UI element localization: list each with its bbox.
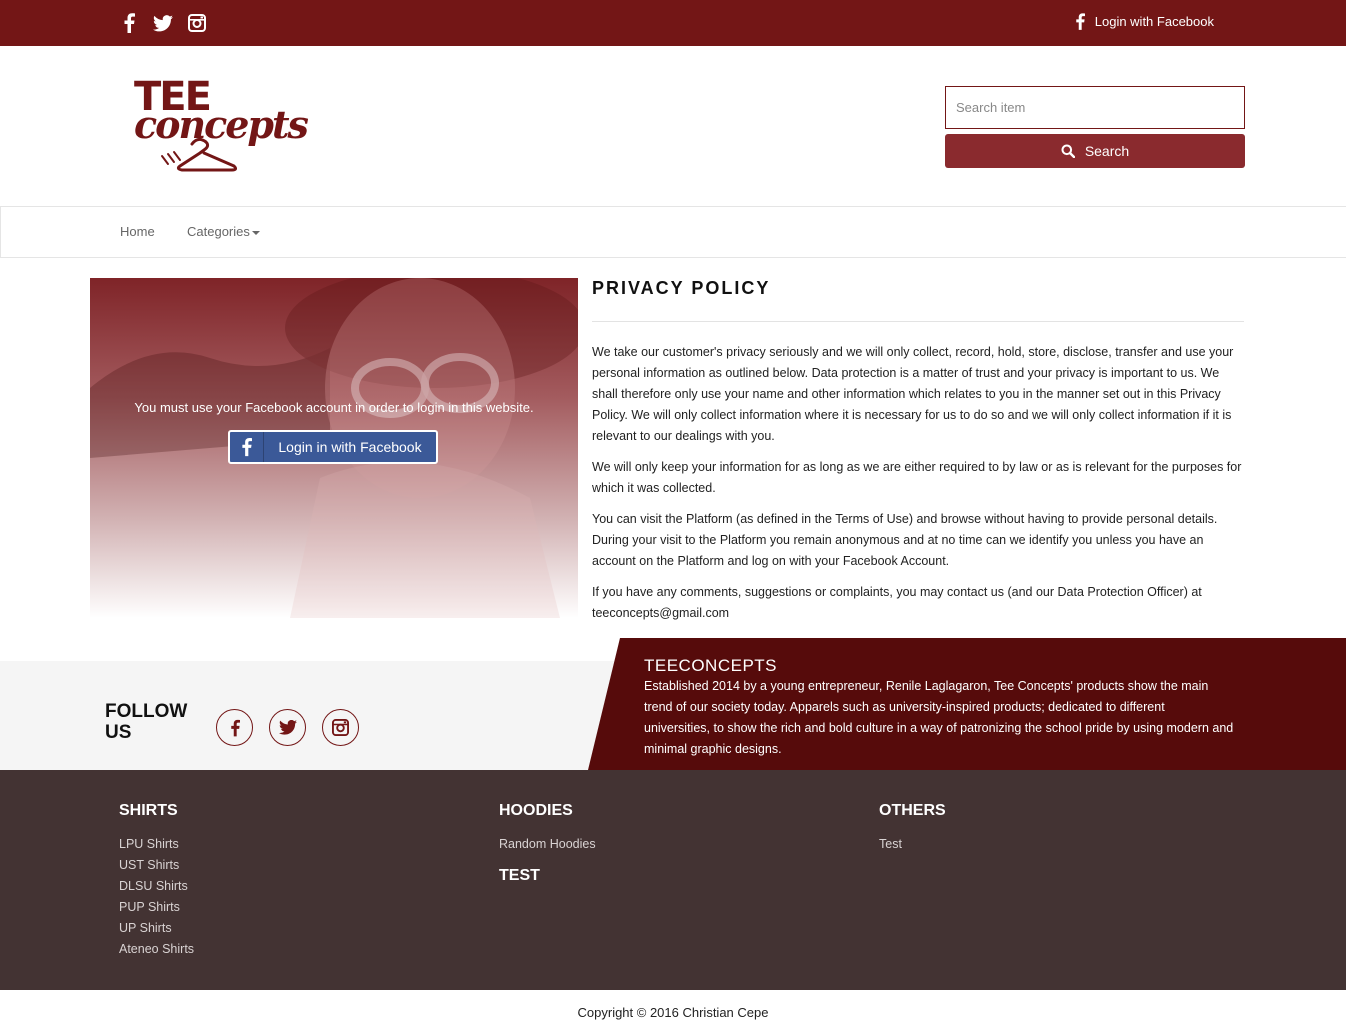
facebook-login-label: Login with Facebook: [1094, 14, 1214, 29]
about-title: TEECONCEPTS: [644, 656, 778, 675]
caret-down-icon: [251, 230, 260, 235]
footer-heading-shirts: SHIRTS: [119, 802, 178, 819]
main-nav: Home Categories: [0, 206, 1346, 258]
footer-link[interactable]: Ateneo Shirts: [119, 939, 194, 960]
policy-paragraph: We will only keep your information for a…: [592, 460, 1242, 495]
footer-instagram-button[interactable]: [322, 709, 359, 746]
policy-paragraph: You can visit the Platform (as defined i…: [592, 512, 1218, 568]
instagram-icon[interactable]: [186, 12, 208, 34]
footer-link[interactable]: Random Hoodies: [499, 834, 596, 855]
instagram-icon: [332, 719, 349, 736]
follow-title-line1: FOLLOW: [105, 701, 188, 722]
privacy-policy-section: PRIVACY POLICY We take our customer's pr…: [592, 278, 1244, 634]
nav-categories-label: Categories: [187, 224, 250, 239]
policy-paragraph: We take our customer's privacy seriously…: [592, 345, 1234, 443]
title-divider: [592, 321, 1244, 322]
follow-title-line2: US: [105, 722, 132, 743]
footer-heading-hoodies: HOODIES: [499, 802, 573, 819]
footer-column-shirts: SHIRTS LPU Shirts UST Shirts DLSU Shirts…: [119, 802, 194, 960]
page-title: PRIVACY POLICY: [592, 278, 771, 298]
nav-home[interactable]: Home: [120, 224, 155, 239]
policy-paragraph: If you have any comments, suggestions or…: [592, 585, 1202, 620]
search-button[interactable]: Search: [945, 134, 1245, 168]
facebook-icon: [1076, 13, 1085, 30]
login-message: You must use your Facebook account in or…: [134, 400, 534, 415]
about-text: Established 2014 by a young entrepreneur…: [644, 679, 1234, 756]
footer-link[interactable]: UP Shirts: [119, 918, 194, 939]
search-button-label: Search: [1084, 143, 1130, 159]
search-input[interactable]: [945, 86, 1245, 129]
facebook-icon[interactable]: [118, 12, 140, 34]
header: TEE concepts Search: [0, 46, 1346, 206]
footer-column-hoodies: HOODIES Random Hoodies TEST: [499, 802, 596, 899]
footer-column-others: OTHERS Test: [879, 802, 946, 855]
about-section: TEECONCEPTS Established 2014 by a young …: [588, 638, 1346, 770]
footer-link[interactable]: UST Shirts: [119, 855, 194, 876]
footer-link[interactable]: PUP Shirts: [119, 897, 194, 918]
top-bar: Login with Facebook: [0, 0, 1346, 46]
facebook-icon: [230, 719, 240, 736]
facebook-login-link[interactable]: Login with Facebook: [1075, 12, 1214, 31]
footer-heading-others: OTHERS: [879, 802, 946, 819]
footer-heading-test: TEST: [499, 867, 540, 884]
facebook-login-button[interactable]: Login in with Facebook: [228, 430, 438, 464]
footer-link[interactable]: DLSU Shirts: [119, 876, 194, 897]
facebook-login-button-label: Login in with Facebook: [278, 439, 422, 455]
site-logo[interactable]: TEE concepts: [132, 74, 311, 178]
footer: SHIRTS LPU Shirts UST Shirts DLSU Shirts…: [0, 770, 1346, 990]
footer-facebook-button[interactable]: [216, 709, 253, 746]
twitter-icon: [278, 720, 297, 735]
footer-link[interactable]: LPU Shirts: [119, 834, 194, 855]
logo-text-bottom: concepts: [134, 102, 308, 147]
social-links: [118, 12, 208, 34]
follow-us-title: FOLLOW US: [105, 701, 187, 743]
search-icon: [1061, 144, 1075, 158]
footer-twitter-button[interactable]: [269, 709, 306, 746]
nav-categories-dropdown[interactable]: Categories: [187, 224, 260, 239]
twitter-icon[interactable]: [152, 12, 174, 34]
facebook-login-panel: You must use your Facebook account in or…: [90, 278, 578, 618]
footer-link[interactable]: Test: [879, 834, 946, 855]
facebook-icon: [230, 432, 264, 462]
copyright: Copyright © 2016 Christian Cepe: [577, 1005, 769, 1020]
